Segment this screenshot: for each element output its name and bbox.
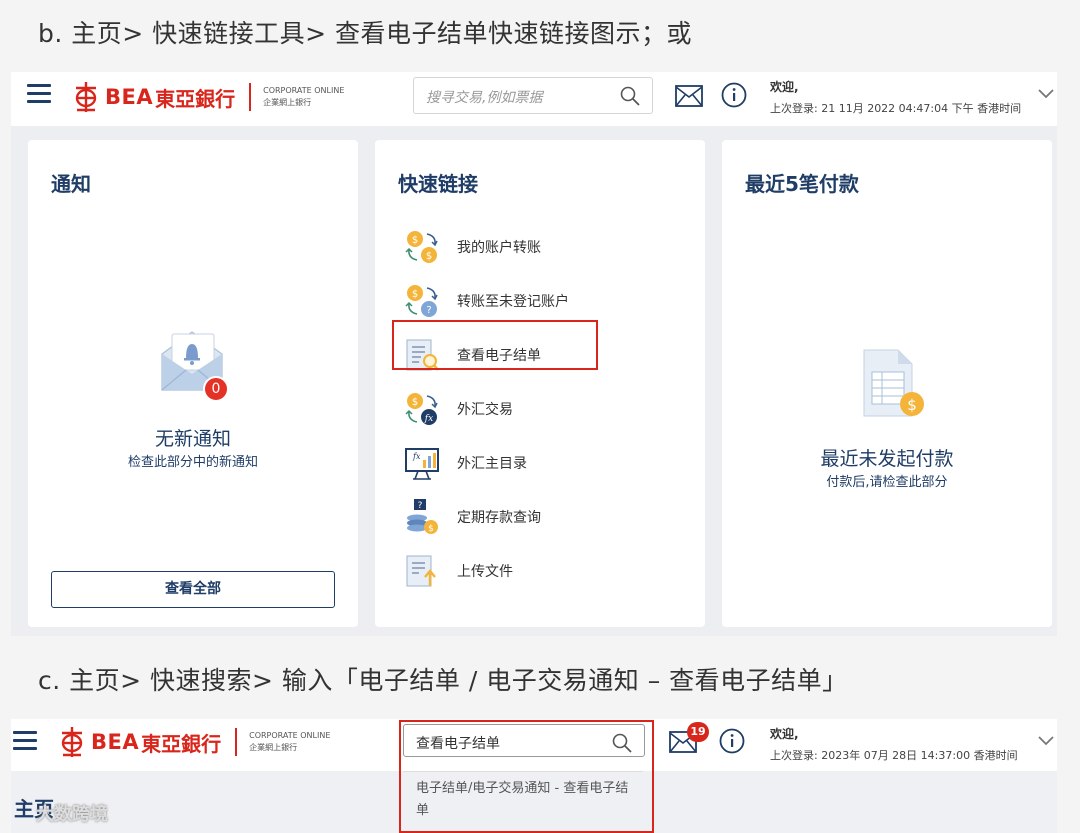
notice-empty-title: 无新通知 <box>154 428 231 450</box>
svg-text:$: $ <box>907 396 917 414</box>
quicklink-label: 外汇主目录 <box>457 456 527 472</box>
logo-divider <box>235 728 238 756</box>
corporate-online-label: CORPORATE ONLINE 企業網上銀行 <box>263 86 345 107</box>
notice-card: 通知 0 无新通知 检查此部分中的新通知 查看全部 <box>28 140 358 627</box>
recent-payments-title: 最近5笔付款 <box>745 172 859 196</box>
last-login-text: 上次登录: 21 11月 2022 04:47:04 下午 香港时间 <box>770 102 1022 115</box>
fx-board-icon: fx <box>405 448 439 480</box>
quicklink-label: 定期存款查询 <box>457 510 541 526</box>
estatement-highlight-frame <box>392 320 598 370</box>
view-all-button[interactable]: 查看全部 <box>51 571 335 608</box>
chevron-down-icon[interactable] <box>1037 735 1055 747</box>
logo-cn: 東亞銀行 <box>141 731 222 756</box>
search-icon[interactable] <box>620 86 640 106</box>
search-placeholder: 搜寻交易,例如票据 <box>426 90 543 106</box>
last-login-text: 上次登录: 2023年 07月 28日 14:37:00 香港时间 <box>770 749 1018 762</box>
quicklink-own-transfer[interactable]: $ $ 我的账户转账 <box>403 220 693 274</box>
quicklink-fx-transfer[interactable]: $ fx 外汇交易 <box>403 382 693 436</box>
menu-icon[interactable] <box>27 84 51 104</box>
info-icon[interactable] <box>721 82 747 108</box>
logo-cn: 東亞銀行 <box>155 86 236 111</box>
quicklink-label: 上传文件 <box>457 564 513 580</box>
chevron-down-icon[interactable] <box>1037 88 1055 100</box>
notification-count-badge: 19 <box>687 722 709 742</box>
svg-text:$: $ <box>428 524 434 534</box>
svg-text:?: ? <box>418 501 423 511</box>
bea-logo[interactable]: BEA 東亞銀行 CORPORATE ONLINE 企業網上銀行 <box>59 725 330 759</box>
svg-text:$: $ <box>412 397 418 408</box>
payments-empty-title: 最近未发起付款 <box>820 448 954 470</box>
notice-count-badge: 0 <box>203 376 229 402</box>
mail-icon[interactable] <box>675 85 703 107</box>
quicklinks-title: 快速链接 <box>398 172 478 196</box>
logo-divider <box>249 83 252 111</box>
menu-icon[interactable] <box>13 731 37 751</box>
transfer-icon: $ $ <box>405 231 438 263</box>
quicklink-label: 我的账户转账 <box>457 240 541 256</box>
notice-title: 通知 <box>51 172 91 196</box>
quicklinks-list: $ $ 我的账户转账 $ ? 转账至未登记账户 查看电子结单 $ fx 外汇交易… <box>403 220 693 598</box>
bea-emblem-icon <box>75 82 97 112</box>
upload-icon <box>406 555 436 587</box>
logo-text: BEA <box>91 730 140 754</box>
top-header: BEA 東亞銀行 CORPORATE ONLINE 企業網上銀行 搜寻交易,例如票… <box>11 72 1057 126</box>
caption-c: c. 主页> 快速搜索> 输入「电子结单 / 电子交易通知 – 查看电子结单」 <box>38 666 848 695</box>
quicklinks-card: 快速链接 $ $ 我的账户转账 $ ? 转账至未登记账户 查看电子结单 $ fx… <box>375 140 705 627</box>
logo-text: BEA <box>105 85 154 109</box>
payment-document-icon: $ <box>863 349 924 417</box>
recent-payments-card: 最近5笔付款 $ 最近未发起付款 付款后,请检查此部分 <box>722 140 1052 627</box>
quicklink-deposit-inquiry[interactable]: ? $ 定期存款查询 <box>403 490 693 544</box>
svg-text:?: ? <box>426 305 431 316</box>
payments-empty-subtitle: 付款后,请检查此部分 <box>826 475 948 490</box>
notice-empty-subtitle: 检查此部分中的新通知 <box>127 455 258 470</box>
fx-transfer-icon: $ fx <box>405 393 438 425</box>
bea-emblem-icon <box>61 727 83 757</box>
welcome-text: 欢迎, <box>770 80 799 94</box>
search-input[interactable]: 搜寻交易,例如票据 <box>413 77 653 114</box>
corporate-online-label: CORPORATE ONLINE 企業網上銀行 <box>249 731 331 752</box>
svg-text:$: $ <box>426 251 432 262</box>
svg-text:fx: fx <box>412 452 421 461</box>
watermark: 大数跨境 <box>36 804 108 825</box>
deposit-icon: ? $ <box>407 499 438 534</box>
svg-text:fx: fx <box>424 414 433 424</box>
quicklink-label: 转账至未登记账户 <box>457 294 569 310</box>
transfer-unregistered-icon: $ ? <box>405 285 438 317</box>
caption-b: b. 主页> 快速链接工具> 查看电子结单快速链接图示；或 <box>38 19 693 48</box>
quicklink-label: 外汇交易 <box>457 402 513 418</box>
quicklink-upload-file[interactable]: 上传文件 <box>403 544 693 598</box>
welcome-text: 欢迎, <box>770 727 799 741</box>
svg-text:$: $ <box>412 289 418 300</box>
bea-logo[interactable]: BEA 東亞銀行 CORPORATE ONLINE 企業網上銀行 <box>73 80 344 114</box>
svg-text:$: $ <box>412 235 418 246</box>
search-highlight-frame <box>399 720 654 833</box>
quicklink-fx-board[interactable]: fx 外汇主目录 <box>403 436 693 490</box>
info-icon[interactable] <box>719 728 745 754</box>
